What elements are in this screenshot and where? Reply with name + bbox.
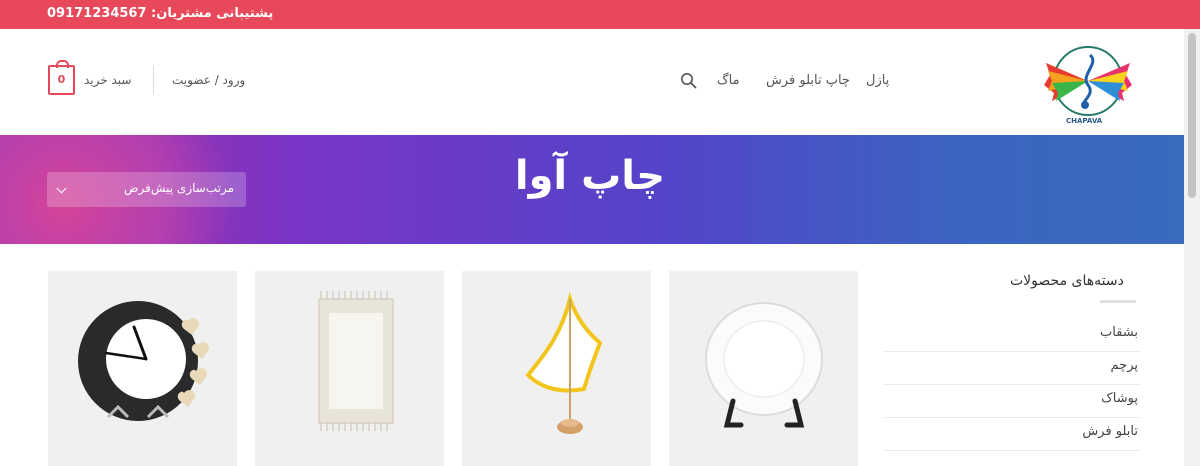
category-item-rug-tableau[interactable]: تابلو فرش: [884, 418, 1140, 451]
product-card-rug[interactable]: [255, 271, 444, 466]
scrollbar-thumb[interactable]: [1188, 33, 1196, 198]
category-item-flag[interactable]: پرچم: [884, 352, 1140, 385]
support-phone-text: پشتیبانی مشتریان: 09171234567: [47, 6, 274, 21]
support-bar: پشتیبانی مشتریان: 09171234567: [0, 0, 1200, 29]
clock-icon: [78, 301, 209, 421]
header-divider: [153, 65, 154, 95]
flag-icon: [525, 291, 603, 434]
product-card-plate[interactable]: [669, 271, 858, 466]
category-item-plate[interactable]: بشقاب: [884, 319, 1140, 352]
nav-item-mug[interactable]: ماگ: [717, 73, 740, 88]
heading-underline: [1100, 300, 1136, 303]
category-label: بشقاب: [1100, 325, 1138, 340]
chevron-down-icon: [56, 183, 67, 194]
search-icon[interactable]: [680, 72, 697, 89]
cart-icon[interactable]: 0: [48, 60, 75, 95]
category-item-clothing[interactable]: پوشاک: [884, 385, 1140, 418]
sort-dropdown[interactable]: مرتب‌سازی پیش‌فرض: [47, 172, 246, 207]
login-register-link[interactable]: ورود / عضویت: [172, 73, 245, 87]
category-label: تابلو فرش: [1082, 424, 1138, 439]
site-logo[interactable]: [1040, 41, 1136, 123]
logo-wordmark: CHAPAVA: [1066, 117, 1103, 125]
nav-item-puzzle[interactable]: پازل: [866, 73, 889, 88]
rug-icon: [318, 291, 394, 431]
hero-banner: چاپ آوا مرتب‌سازی پیش‌فرض: [0, 135, 1184, 244]
site-header: CHAPAVA پازل چاپ تابلو فرش ماگ ورود / عض…: [0, 29, 1200, 135]
nav-item-rug-print[interactable]: چاپ تابلو فرش: [766, 73, 850, 88]
page-title: چاپ آوا: [514, 153, 666, 199]
category-label: پرچم: [1110, 358, 1138, 373]
category-label: پوشاک: [1101, 391, 1138, 406]
plate-icon: [705, 302, 823, 428]
cart-count-badge: 0: [57, 73, 66, 86]
cart-label[interactable]: سبد خرید: [84, 73, 131, 87]
logo-icon: [1044, 46, 1132, 116]
sort-selected-value: مرتب‌سازی پیش‌فرض: [123, 181, 234, 195]
product-categories-heading: دسته‌های محصولات: [1010, 273, 1124, 289]
product-card-clock[interactable]: [48, 271, 237, 466]
product-card-flag[interactable]: [462, 271, 651, 466]
page-scrollbar[interactable]: [1184, 29, 1200, 466]
